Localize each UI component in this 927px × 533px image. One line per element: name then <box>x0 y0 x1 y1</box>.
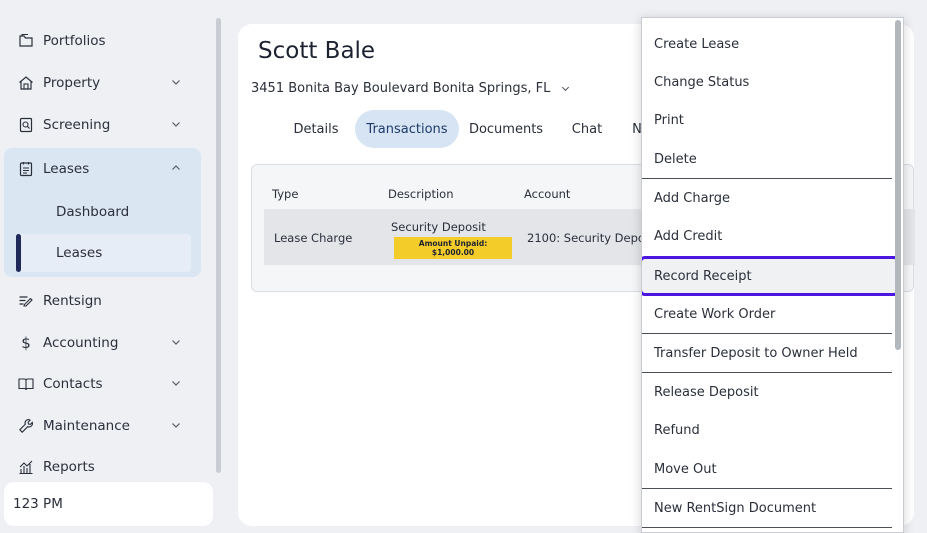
menu-item-refund[interactable]: Refund <box>642 411 892 449</box>
sidebar-subitem-label: Dashboard <box>56 204 130 220</box>
badge-label: Amount Unpaid: <box>418 239 488 248</box>
sidebar-item-label: Leases <box>43 161 90 177</box>
sidebar-item-label: Screening <box>43 117 111 133</box>
address-text: 3451 Bonita Bay Boulevard Bonita Springs… <box>251 81 551 96</box>
sidebar-item-contacts[interactable]: Contacts <box>0 363 200 405</box>
menu-item-add-credit[interactable]: Add Credit <box>642 217 892 255</box>
sidebar-item-maintenance[interactable]: Maintenance <box>0 405 200 447</box>
signature-icon <box>18 293 34 309</box>
menu-divider <box>642 527 892 528</box>
cell-account: 2100: Security Deposit <box>527 231 659 245</box>
menu-item-create-lease[interactable]: Create Lease <box>642 25 892 63</box>
tab-documents[interactable]: Documents <box>464 110 548 148</box>
tab-transactions[interactable]: Transactions <box>355 110 459 148</box>
sidebar-item-portfolios[interactable]: Portfolios <box>0 20 200 62</box>
sidebar-subitem-label: Leases <box>56 245 103 261</box>
cell-type: Lease Charge <box>274 231 353 245</box>
chevron-down-icon <box>562 86 570 92</box>
sidebar-item-label: Portfolios <box>43 33 106 49</box>
sidebar-item-label: Maintenance <box>43 418 130 434</box>
sidebar-item-accounting[interactable]: $ Accounting <box>0 322 200 364</box>
tab-chat[interactable]: Chat <box>562 110 612 148</box>
sidebar-subitem-dashboard[interactable]: Dashboard <box>16 193 191 231</box>
chevron-down-icon <box>172 423 180 428</box>
page-title: Scott Bale <box>258 38 376 64</box>
menu-item-delete[interactable]: Delete <box>642 140 892 178</box>
cell-description: Security Deposit <box>391 220 486 234</box>
user-name: 123 PM <box>13 496 63 512</box>
user-account-box[interactable]: 123 PM <box>4 482 213 526</box>
sidebar-subitem-leases[interactable]: Leases <box>16 234 191 272</box>
menu-item-create-work-order[interactable]: Create Work Order <box>642 295 892 333</box>
wrench-icon <box>18 418 34 434</box>
column-header-description: Description <box>388 187 454 201</box>
menu-item-print[interactable]: Print <box>642 101 892 139</box>
sidebar-item-label: Rentsign <box>43 293 102 309</box>
menu-item-add-charge[interactable]: Add Charge <box>642 179 892 217</box>
sidebar-scrollbar[interactable] <box>216 18 221 473</box>
menu-item-record-receipt[interactable]: Record Receipt <box>642 256 900 296</box>
chevron-down-icon <box>172 340 180 345</box>
chevron-up-icon <box>172 165 180 170</box>
sidebar-item-label: Contacts <box>43 376 103 392</box>
book-icon <box>18 376 34 392</box>
folder-icon <box>18 33 34 49</box>
sidebar-item-property[interactable]: Property <box>0 62 200 104</box>
chevron-down-icon <box>172 122 180 127</box>
tab-details[interactable]: Details <box>286 110 346 148</box>
chart-icon <box>18 459 34 475</box>
lease-document-icon <box>18 161 34 177</box>
address-selector[interactable]: 3451 Bonita Bay Boulevard Bonita Springs… <box>251 81 571 96</box>
actions-menu: Create Lease Change Status Print Delete … <box>641 17 904 533</box>
sidebar-item-rentsign[interactable]: Rentsign <box>0 280 200 322</box>
column-header-type: Type <box>272 187 299 201</box>
amount-unpaid-badge: Amount Unpaid: $1,000.00 <box>394 237 512 259</box>
menu-scrollbar[interactable] <box>895 20 901 350</box>
menu-item-move-out[interactable]: Move Out <box>642 450 892 488</box>
sidebar-item-leases[interactable]: Leases <box>0 148 200 190</box>
sidebar-item-label: Reports <box>43 459 95 475</box>
dollar-icon: $ <box>21 334 31 352</box>
chevron-down-icon <box>172 80 180 85</box>
menu-item-release-deposit[interactable]: Release Deposit <box>642 373 892 411</box>
sidebar-item-label: Property <box>43 75 101 91</box>
sidebar-item-label: Accounting <box>43 335 119 351</box>
menu-item-change-status[interactable]: Change Status <box>642 63 892 101</box>
badge-amount: $1,000.00 <box>431 248 475 257</box>
menu-item-transfer-deposit[interactable]: Transfer Deposit to Owner Held <box>642 334 892 372</box>
sidebar: Portfolios Property Screening Leases Das… <box>0 0 221 533</box>
screening-icon <box>18 117 34 133</box>
chevron-down-icon <box>172 381 180 386</box>
column-header-account: Account <box>524 187 571 201</box>
building-icon <box>18 75 34 91</box>
menu-item-new-rentsign-document[interactable]: New RentSign Document <box>642 489 892 527</box>
sidebar-item-screening[interactable]: Screening <box>0 104 200 146</box>
